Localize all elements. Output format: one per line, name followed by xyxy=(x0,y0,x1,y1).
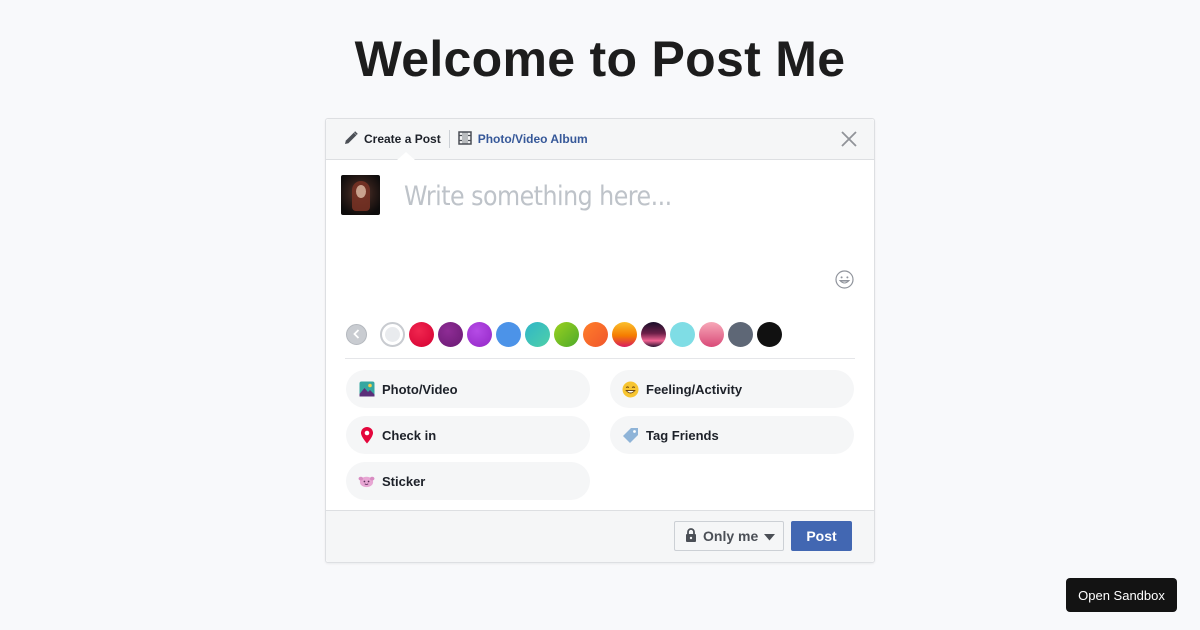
chevron-left-icon[interactable] xyxy=(346,323,367,345)
post-text-input[interactable] xyxy=(404,174,792,218)
photo-video-button[interactable]: Photo/Video xyxy=(346,370,590,408)
feeling-activity-label: Feeling/Activity xyxy=(646,381,743,397)
color-swatch-violet[interactable] xyxy=(467,321,492,347)
divider xyxy=(345,358,855,359)
tag-friends-label: Tag Friends xyxy=(646,427,719,443)
composer-footer: Only me Post xyxy=(326,510,874,562)
pencil-icon xyxy=(344,130,364,148)
color-swatch-blue[interactable] xyxy=(496,321,521,347)
photo-icon xyxy=(358,381,375,398)
tab-create-post[interactable]: Create a Post xyxy=(344,130,441,148)
emoji-icon[interactable] xyxy=(835,270,854,289)
tab-separator xyxy=(448,130,450,148)
composer-actions: Photo/Video Feeling/Activity Check in Ta… xyxy=(346,370,854,500)
composer-body xyxy=(326,160,874,320)
photo-video-label: Photo/Video xyxy=(382,381,458,397)
location-pin-icon xyxy=(358,426,375,444)
avatar xyxy=(341,175,380,215)
active-tab-pointer xyxy=(397,152,415,160)
post-button[interactable]: Post xyxy=(791,521,852,551)
feeling-activity-button[interactable]: Feeling/Activity xyxy=(610,370,854,408)
tag-friends-button[interactable]: Tag Friends xyxy=(610,416,854,454)
color-swatch-light-blue[interactable] xyxy=(670,321,695,347)
smiley-icon xyxy=(622,381,639,398)
tab-photo-video-album[interactable]: Photo/Video Album xyxy=(457,130,588,148)
color-swatch-green[interactable] xyxy=(554,321,579,347)
tab-photo-video-album-label: Photo/Video Album xyxy=(477,132,588,146)
sticker-button[interactable]: Sticker xyxy=(346,462,590,500)
privacy-selector[interactable]: Only me xyxy=(674,521,784,551)
color-swatch-red[interactable] xyxy=(409,321,434,347)
close-icon[interactable] xyxy=(840,130,858,148)
film-icon xyxy=(457,130,478,148)
tag-icon xyxy=(622,427,639,444)
color-swatch-teal[interactable] xyxy=(525,321,550,347)
background-color-picker xyxy=(346,321,786,347)
color-swatch-none[interactable] xyxy=(380,321,405,347)
caret-down-icon xyxy=(764,528,781,544)
tab-create-post-label: Create a Post xyxy=(364,132,441,146)
sticker-icon xyxy=(358,473,375,490)
color-swatch-black[interactable] xyxy=(757,321,782,347)
open-sandbox-button[interactable]: Open Sandbox xyxy=(1066,578,1177,612)
sticker-label: Sticker xyxy=(382,473,426,489)
color-swatch-slate[interactable] xyxy=(728,321,753,347)
privacy-label: Only me xyxy=(703,528,759,544)
color-swatch-sunset[interactable] xyxy=(612,321,637,347)
check-in-button[interactable]: Check in xyxy=(346,416,590,454)
check-in-label: Check in xyxy=(382,427,437,443)
composer-header: Create a Post Photo/Video Album xyxy=(326,119,874,160)
color-swatch-orange[interactable] xyxy=(583,321,608,347)
post-composer: Create a Post Photo/Video Album Write so… xyxy=(325,118,875,563)
color-swatch-dark-purple[interactable] xyxy=(438,321,463,347)
color-swatch-night[interactable] xyxy=(641,321,666,347)
color-swatch-pink[interactable] xyxy=(699,321,724,347)
lock-icon xyxy=(685,527,703,545)
page-title: Welcome to Post Me xyxy=(354,31,846,87)
